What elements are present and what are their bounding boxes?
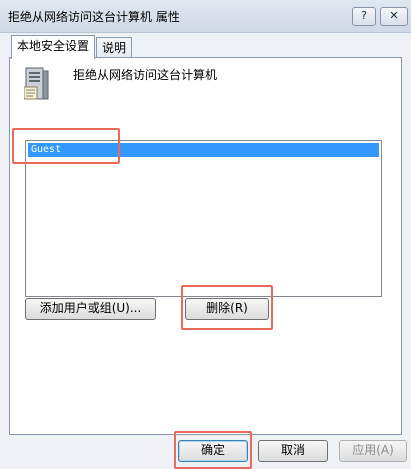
ok-button[interactable]: 确定 bbox=[178, 440, 248, 462]
policy-title: 拒绝从网络访问这台计算机 bbox=[73, 68, 218, 82]
help-button[interactable]: ? bbox=[352, 7, 376, 26]
tab-explain[interactable]: 说明 bbox=[96, 37, 133, 59]
user-listbox[interactable]: Guest bbox=[25, 140, 382, 297]
title-bar: 拒绝从网络访问这台计算机 属性 ? ✕ bbox=[0, 0, 411, 33]
list-item[interactable]: Guest bbox=[28, 143, 379, 157]
server-icon bbox=[24, 67, 49, 100]
window-title: 拒绝从网络访问这台计算机 属性 bbox=[8, 10, 180, 24]
cancel-button[interactable]: 取消 bbox=[258, 440, 328, 462]
add-user-or-group-button[interactable]: 添加用户或组(U)... bbox=[25, 298, 156, 320]
remove-button[interactable]: 删除(R) bbox=[185, 298, 269, 320]
list-item-label: Guest bbox=[31, 144, 62, 155]
tab-local-security-setting[interactable]: 本地安全设置 bbox=[11, 35, 96, 59]
close-button[interactable]: ✕ bbox=[380, 7, 408, 26]
apply-button[interactable]: 应用(A) bbox=[339, 440, 407, 462]
